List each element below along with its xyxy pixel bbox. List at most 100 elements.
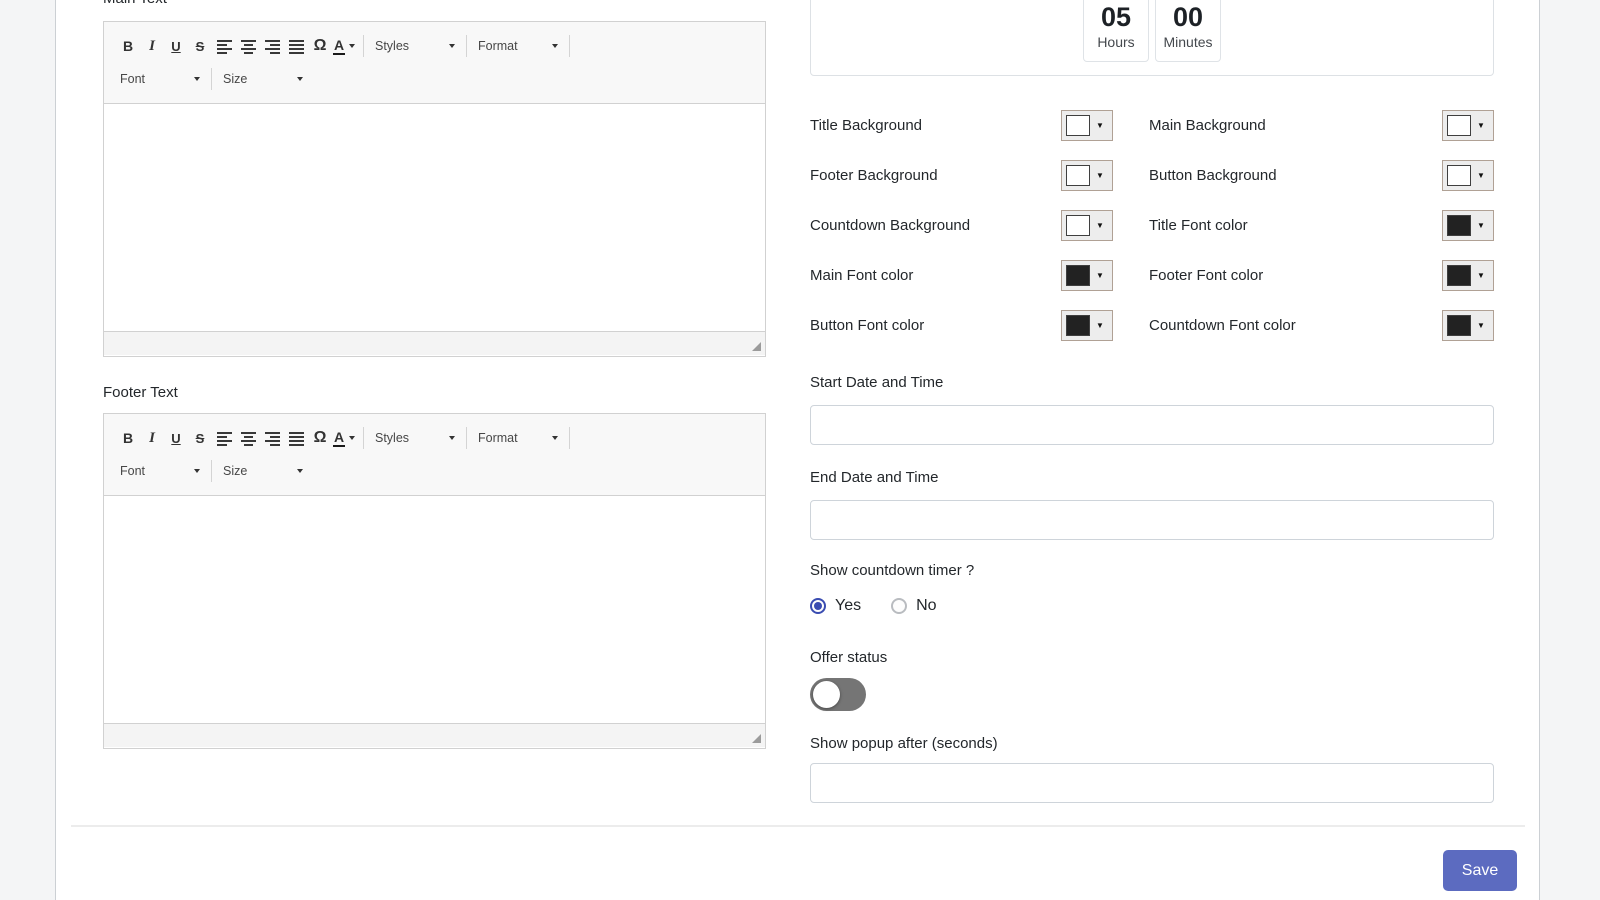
font-dropdown-label: Font — [120, 72, 145, 86]
font-dropdown[interactable]: Font — [116, 458, 204, 484]
strikethrough-button[interactable]: S — [188, 33, 212, 59]
align-center-button[interactable] — [236, 33, 260, 59]
caret-down-icon — [449, 44, 455, 48]
format-dropdown-label: Format — [478, 431, 518, 445]
color-setting-title-background: Title Background ▼ — [810, 110, 1113, 141]
offer-status-toggle[interactable] — [810, 678, 866, 711]
popup-after-label: Show popup after (seconds) — [810, 735, 998, 752]
color-picker[interactable]: ▼ — [1061, 310, 1113, 341]
radio-option-no[interactable]: No — [891, 597, 936, 615]
color-swatch — [1447, 265, 1471, 286]
dropdown-arrow-icon: ▼ — [1477, 271, 1485, 280]
text-color-button[interactable]: A — [332, 425, 356, 451]
color-swatch — [1066, 165, 1090, 186]
align-justify-button[interactable] — [284, 425, 308, 451]
color-setting-button-font: Button Font color ▼ — [810, 310, 1113, 341]
radio-yes-label: Yes — [835, 597, 861, 615]
format-dropdown[interactable]: Format — [474, 425, 562, 451]
align-justify-button[interactable] — [284, 33, 308, 59]
format-dropdown[interactable]: Format — [474, 33, 562, 59]
text-color-button[interactable]: A — [332, 33, 356, 59]
dropdown-arrow-icon: ▼ — [1096, 121, 1104, 130]
font-dropdown-label: Font — [120, 464, 145, 478]
toolbar-row-2: Font Size — [116, 455, 753, 487]
size-dropdown[interactable]: Size — [219, 66, 307, 92]
color-picker[interactable]: ▼ — [1442, 210, 1494, 241]
underline-button[interactable]: U — [164, 33, 188, 59]
countdown-hours-value: 05 — [1084, 2, 1148, 32]
align-justify-icon — [289, 431, 304, 446]
color-swatch — [1066, 315, 1090, 336]
countdown-minutes-box: 00 Minutes — [1155, 0, 1221, 62]
color-setting-main-background: Main Background ▼ — [1149, 110, 1494, 141]
resize-handle-icon[interactable] — [752, 342, 761, 351]
special-character-button[interactable]: Ω — [308, 33, 332, 59]
align-left-button[interactable] — [212, 33, 236, 59]
end-date-label: End Date and Time — [810, 469, 938, 486]
caret-down-icon — [297, 77, 303, 81]
strikethrough-button[interactable]: S — [188, 425, 212, 451]
radio-no-control[interactable] — [891, 598, 907, 614]
align-left-icon — [217, 431, 232, 446]
text-color-letter: A — [333, 430, 345, 447]
color-picker[interactable]: ▼ — [1442, 260, 1494, 291]
align-right-button[interactable] — [260, 425, 284, 451]
editors-column: Main Text B I U S Ω A S — [103, 0, 766, 900]
font-dropdown[interactable]: Font — [116, 66, 204, 92]
toolbar-row-2: Font Size — [116, 63, 753, 95]
align-center-icon — [241, 39, 256, 54]
color-setting-title-font: Title Font color ▼ — [1149, 210, 1494, 241]
settings-panel: Main Text B I U S Ω A S — [55, 0, 1540, 900]
color-picker[interactable]: ▼ — [1061, 160, 1113, 191]
color-swatch — [1066, 215, 1090, 236]
resize-handle-icon[interactable] — [752, 734, 761, 743]
save-button[interactable]: Save — [1443, 850, 1517, 891]
editor-status-bar — [104, 723, 765, 747]
color-picker[interactable]: ▼ — [1442, 110, 1494, 141]
caret-down-icon — [349, 44, 355, 48]
styles-dropdown-label: Styles — [375, 431, 409, 445]
main-text-editing-area[interactable] — [104, 104, 765, 331]
color-picker[interactable]: ▼ — [1061, 210, 1113, 241]
color-picker[interactable]: ▼ — [1442, 310, 1494, 341]
italic-button[interactable]: I — [140, 33, 164, 59]
dropdown-arrow-icon: ▼ — [1477, 171, 1485, 180]
align-left-button[interactable] — [212, 425, 236, 451]
align-center-button[interactable] — [236, 425, 260, 451]
footer-text-editing-area[interactable] — [104, 496, 765, 723]
radio-option-yes[interactable]: Yes — [810, 597, 861, 615]
styles-dropdown[interactable]: Styles — [371, 33, 459, 59]
bold-button[interactable]: B — [116, 425, 140, 451]
bold-button[interactable]: B — [116, 33, 140, 59]
countdown-preview: 05 Hours 00 Minutes — [810, 0, 1494, 76]
color-picker[interactable]: ▼ — [1061, 260, 1113, 291]
dropdown-arrow-icon: ▼ — [1096, 171, 1104, 180]
color-swatch — [1447, 165, 1471, 186]
radio-yes-control[interactable] — [810, 598, 826, 614]
align-right-icon — [265, 39, 280, 54]
italic-button[interactable]: I — [140, 425, 164, 451]
dropdown-arrow-icon: ▼ — [1096, 321, 1104, 330]
underline-button[interactable]: U — [164, 425, 188, 451]
end-date-input[interactable] — [810, 500, 1494, 540]
color-setting-label: Main Background — [1149, 117, 1266, 134]
caret-down-icon — [194, 77, 200, 81]
editor-toolbar: B I U S Ω A Styles Format — [104, 414, 765, 496]
popup-after-input[interactable] — [810, 763, 1494, 803]
special-character-button[interactable]: Ω — [308, 425, 332, 451]
color-swatch — [1066, 115, 1090, 136]
color-swatch — [1447, 215, 1471, 236]
color-picker[interactable]: ▼ — [1442, 160, 1494, 191]
dropdown-arrow-icon: ▼ — [1477, 321, 1485, 330]
start-date-input[interactable] — [810, 405, 1494, 445]
toggle-knob — [813, 681, 840, 708]
toolbar-separator — [211, 68, 212, 90]
size-dropdown[interactable]: Size — [219, 458, 307, 484]
color-picker[interactable]: ▼ — [1061, 110, 1113, 141]
page: Main Text B I U S Ω A S — [0, 0, 1600, 900]
styles-dropdown[interactable]: Styles — [371, 425, 459, 451]
countdown-hours-box: 05 Hours — [1083, 0, 1149, 62]
footer-text-editor: B I U S Ω A Styles Format — [103, 413, 766, 749]
color-setting-label: Footer Background — [810, 167, 938, 184]
align-right-button[interactable] — [260, 33, 284, 59]
